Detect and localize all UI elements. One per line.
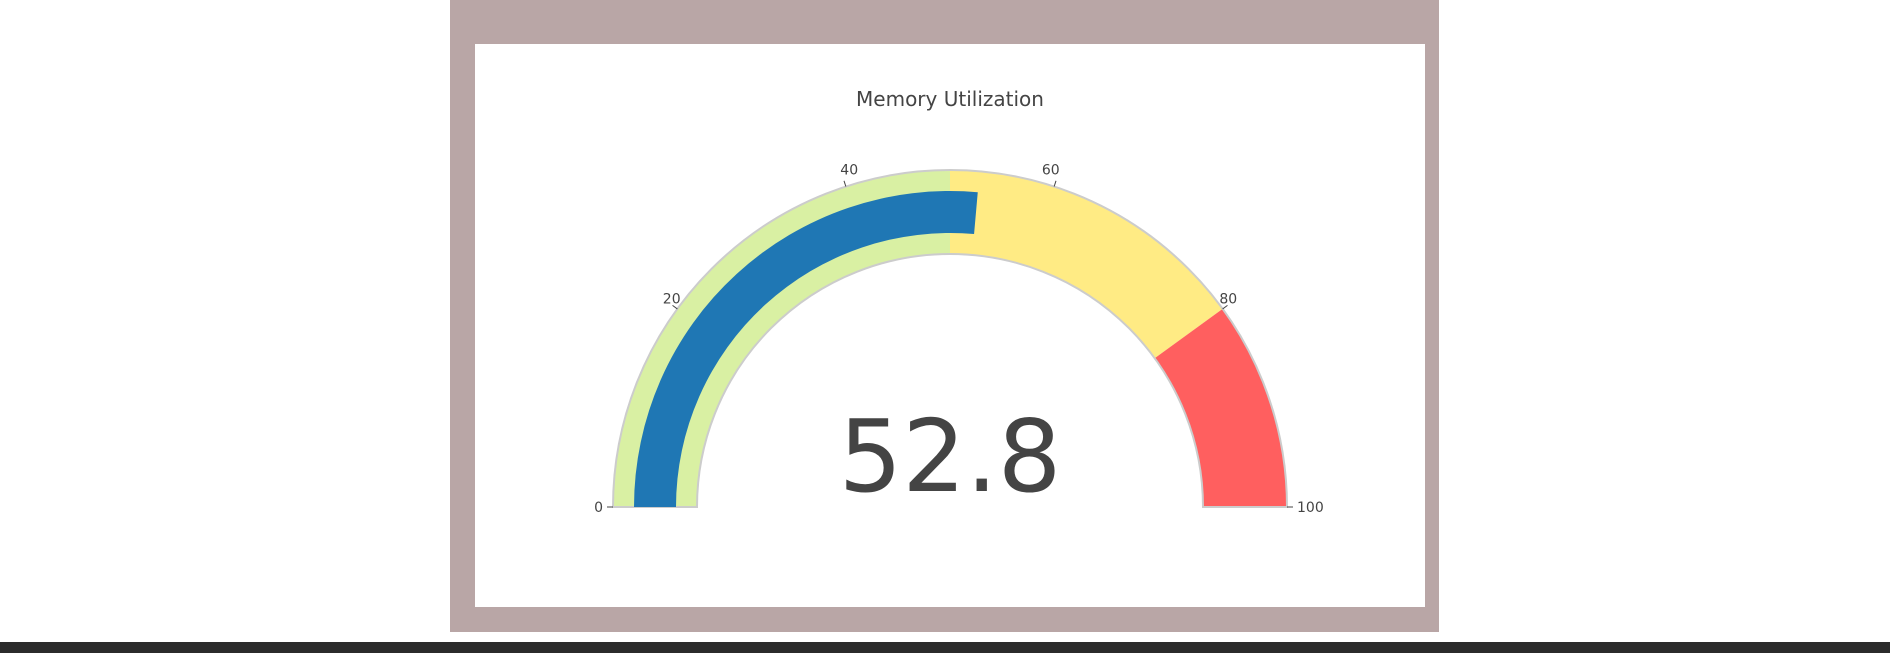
gauge-tick-label: 0 [594, 500, 603, 516]
gauge-tick-label: 100 [1297, 500, 1324, 516]
bottom-bar [0, 642, 1890, 653]
gauge-tick-label: 20 [663, 291, 681, 307]
gauge-tick-label: 60 [1042, 162, 1060, 178]
chart-title: Memory Utilization [856, 87, 1044, 111]
gauge-tick-mark [843, 180, 847, 187]
gauge-tick-mark [1053, 180, 1057, 187]
gauge-tick-label: 80 [1219, 291, 1237, 307]
gauge-tick-label: 40 [840, 162, 858, 178]
gauge-chart: Memory Utilization 0 20 40 60 80 100 52.8 [594, 87, 1324, 516]
gauge-value: 52.8 [839, 398, 1062, 515]
